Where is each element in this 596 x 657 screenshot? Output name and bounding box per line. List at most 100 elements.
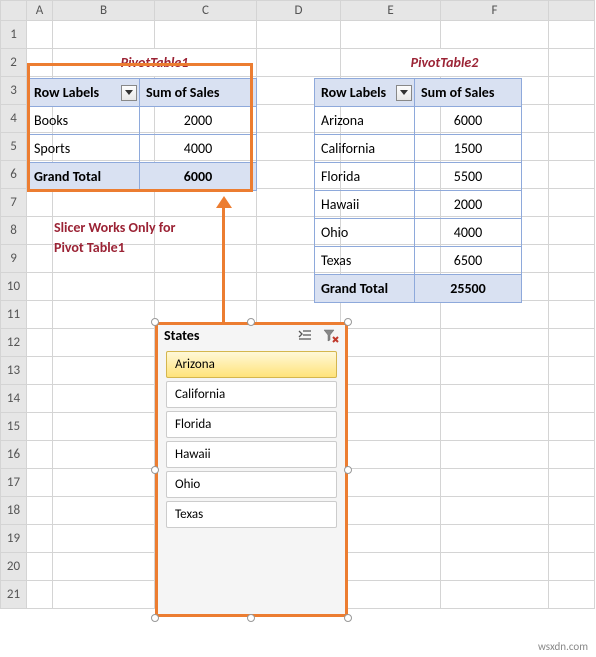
col-header[interactable]: E [341,1,441,21]
grand-total-row[interactable]: Grand Total6000 [28,163,257,191]
cell[interactable] [441,581,549,609]
row-header[interactable]: 11 [1,301,27,329]
row-header[interactable]: 2 [1,49,27,77]
cell[interactable] [53,413,155,441]
cell[interactable] [549,385,595,413]
table-row[interactable]: Ohio4000 [315,219,522,247]
cell[interactable] [53,301,155,329]
cell[interactable] [155,189,257,217]
col-header[interactable]: A [27,1,53,21]
row-header[interactable]: 1 [1,21,27,49]
table-row[interactable]: Books2000 [28,107,257,135]
cell[interactable] [549,49,595,77]
slicer-item-hawaii[interactable]: Hawaii [166,441,337,468]
cell[interactable] [27,49,53,77]
slicer-item-florida[interactable]: Florida [166,411,337,438]
table-row[interactable]: Texas6500 [315,247,522,275]
col-header[interactable]: D [257,1,341,21]
cell[interactable] [549,273,595,301]
cell[interactable] [341,553,441,581]
cell[interactable] [257,21,341,49]
slicer-item-arizona[interactable]: Arizona [166,351,337,378]
slicer-item-texas[interactable]: Texas [166,501,337,528]
cell[interactable] [441,385,549,413]
row-header[interactable]: 15 [1,413,27,441]
row-header[interactable]: 5 [1,133,27,161]
col-header[interactable] [549,1,595,21]
table-row[interactable]: Florida5500 [315,163,522,191]
pivot-table-2[interactable]: Row Labels Sum of Sales Arizona6000 Cali… [314,78,522,303]
grand-total-row[interactable]: Grand Total25500 [315,275,522,303]
cell[interactable] [549,497,595,525]
cell[interactable] [341,497,441,525]
cell[interactable] [441,413,549,441]
resize-handle[interactable] [344,318,352,326]
pivot1-rowlabels-header[interactable]: Row Labels [28,79,140,107]
row-header[interactable]: 13 [1,357,27,385]
resize-handle[interactable] [344,614,352,622]
cell[interactable] [441,329,549,357]
filter-dropdown-icon[interactable] [396,85,412,101]
cell[interactable] [341,301,441,329]
row-header[interactable]: 4 [1,105,27,133]
cell[interactable] [53,441,155,469]
cell[interactable] [27,553,53,581]
cell[interactable] [549,553,595,581]
row-header[interactable]: 9 [1,245,27,273]
row-header[interactable]: 16 [1,441,27,469]
cell[interactable] [441,469,549,497]
cell[interactable] [53,357,155,385]
cell[interactable] [27,413,53,441]
cell[interactable] [549,161,595,189]
cell[interactable] [549,413,595,441]
cell[interactable] [341,21,441,49]
cell[interactable] [341,469,441,497]
table-row[interactable]: Sports4000 [28,135,257,163]
cell[interactable] [441,441,549,469]
cell[interactable] [27,385,53,413]
cell[interactable] [341,329,441,357]
cell[interactable] [549,329,595,357]
cell[interactable] [549,77,595,105]
row-header[interactable]: 7 [1,189,27,217]
cell[interactable] [27,301,53,329]
table-row[interactable]: California1500 [315,135,522,163]
slicer-states[interactable]: States Arizona California Florida Hawaii… [155,322,348,617]
row-header[interactable]: 8 [1,217,27,245]
cell[interactable] [441,21,549,49]
cell[interactable] [341,441,441,469]
clear-filter-icon[interactable] [323,329,339,343]
cell[interactable] [53,329,155,357]
cell[interactable] [341,581,441,609]
cell[interactable] [549,217,595,245]
resize-handle[interactable] [151,614,159,622]
row-header[interactable]: 12 [1,329,27,357]
cell[interactable] [155,273,257,301]
cell[interactable] [549,133,595,161]
row-header[interactable]: 17 [1,469,27,497]
pivot2-rowlabels-header[interactable]: Row Labels [315,79,415,107]
cell[interactable] [27,21,53,49]
filter-dropdown-icon[interactable] [121,85,137,101]
cell[interactable] [257,49,341,77]
slicer-item-ohio[interactable]: Ohio [166,471,337,498]
cell[interactable] [155,21,257,49]
cell[interactable] [441,525,549,553]
cell[interactable] [341,525,441,553]
cell[interactable] [27,245,53,273]
cell[interactable] [27,497,53,525]
cell[interactable] [27,217,53,245]
cell[interactable] [341,413,441,441]
cell[interactable] [441,301,549,329]
cell[interactable] [27,329,53,357]
cell[interactable] [27,189,53,217]
cell[interactable] [53,21,155,49]
table-row[interactable]: Arizona6000 [315,107,522,135]
cell[interactable] [27,273,53,301]
cell[interactable] [341,357,441,385]
cell[interactable] [441,553,549,581]
cell[interactable] [53,189,155,217]
cell[interactable] [549,301,595,329]
resize-handle[interactable] [151,466,159,474]
resize-handle[interactable] [247,318,255,326]
